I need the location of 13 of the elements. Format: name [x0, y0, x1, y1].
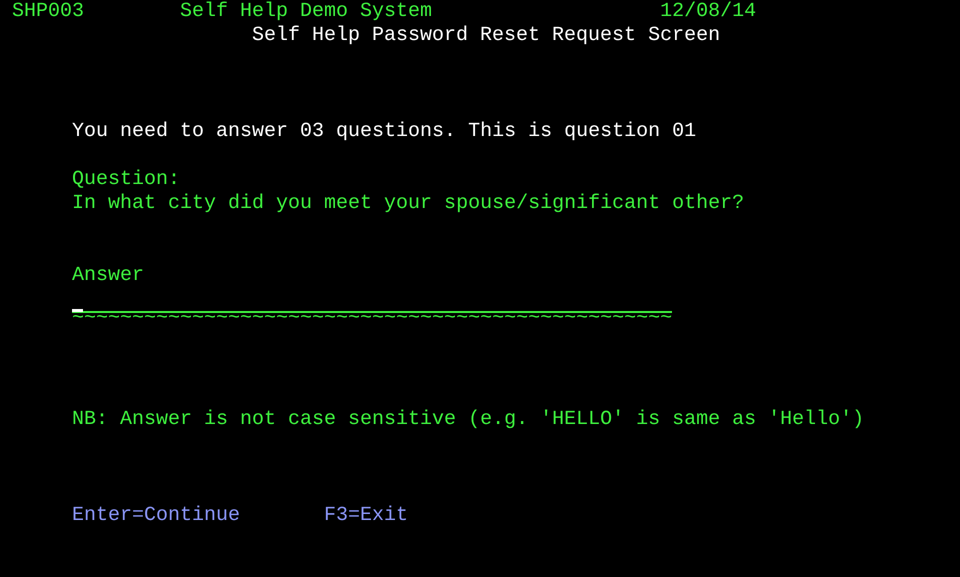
date-text: 12/08/14 — [660, 0, 756, 24]
answer-label: Answer — [72, 264, 144, 288]
system-title: Self Help Demo System — [180, 0, 432, 24]
question-count-message: You need to answer 03 questions. This is question 01 — [72, 120, 696, 144]
note-text: NB: Answer is not case sensitive (e.g. 'HELLO' is same as 'Hello') — [72, 408, 864, 432]
program-id: SHP003 — [12, 0, 84, 24]
screen-title: Self Help Password Reset Request Screen — [252, 24, 720, 48]
cursor-icon — [72, 309, 83, 312]
function-key-hint[interactable]: Enter=Continue — [72, 504, 240, 528]
function-key-hint[interactable]: F3=Exit — [324, 504, 408, 528]
field-fill-marks: ~~~~~~~~~~~~~~~~~~~~~~~~~~~~~~~~~~~~~~~~~~~~~~~~~~ — [72, 312, 672, 326]
question-text: In what city did you meet your spouse/significant other? — [72, 192, 744, 216]
question-label: Question: — [72, 168, 180, 192]
